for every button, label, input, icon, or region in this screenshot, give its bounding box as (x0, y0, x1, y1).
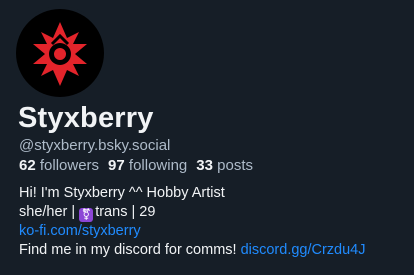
red-sigil-emblem-icon (33, 22, 87, 86)
bio-line-pronouns: she/her | ⚧ trans | 29 (19, 203, 409, 222)
avatar-image (16, 9, 104, 97)
followers-label: followers (39, 157, 100, 174)
following-stat[interactable]: 97 following (108, 157, 187, 174)
bio-line-intro: Hi! I'm Styxberry ^^ Hobby Artist (19, 185, 225, 201)
profile-bio: Hi! I'm Styxberry ^^ Hobby Artist she/he… (19, 184, 409, 260)
posts-label: posts (217, 157, 253, 174)
display-name: Styxberry (18, 102, 154, 134)
discord-link[interactable]: discord.gg/Crzdu4J (241, 242, 366, 258)
posts-stat: 33 posts (196, 157, 253, 174)
kofi-link[interactable]: ko-fi.com/styxberry (19, 223, 141, 239)
bio-trans-age-text: trans | 29 (95, 204, 156, 220)
bio-discord-text: Find me in my discord for comms! (19, 242, 241, 258)
avatar[interactable] (13, 6, 107, 100)
bio-pronouns-text: she/her | (19, 204, 80, 220)
profile-stats: 62 followers 97 following 33 posts (19, 157, 253, 174)
transgender-emoji-icon: ⚧ (79, 208, 94, 222)
followers-count: 62 (19, 157, 36, 174)
following-label: following (128, 157, 188, 174)
following-count: 97 (108, 157, 125, 174)
followers-stat[interactable]: 62 followers (19, 157, 99, 174)
posts-count: 33 (196, 157, 213, 174)
bio-line-discord: Find me in my discord for comms! discord… (19, 241, 409, 260)
profile-handle: @styxberry.bsky.social (19, 137, 171, 154)
